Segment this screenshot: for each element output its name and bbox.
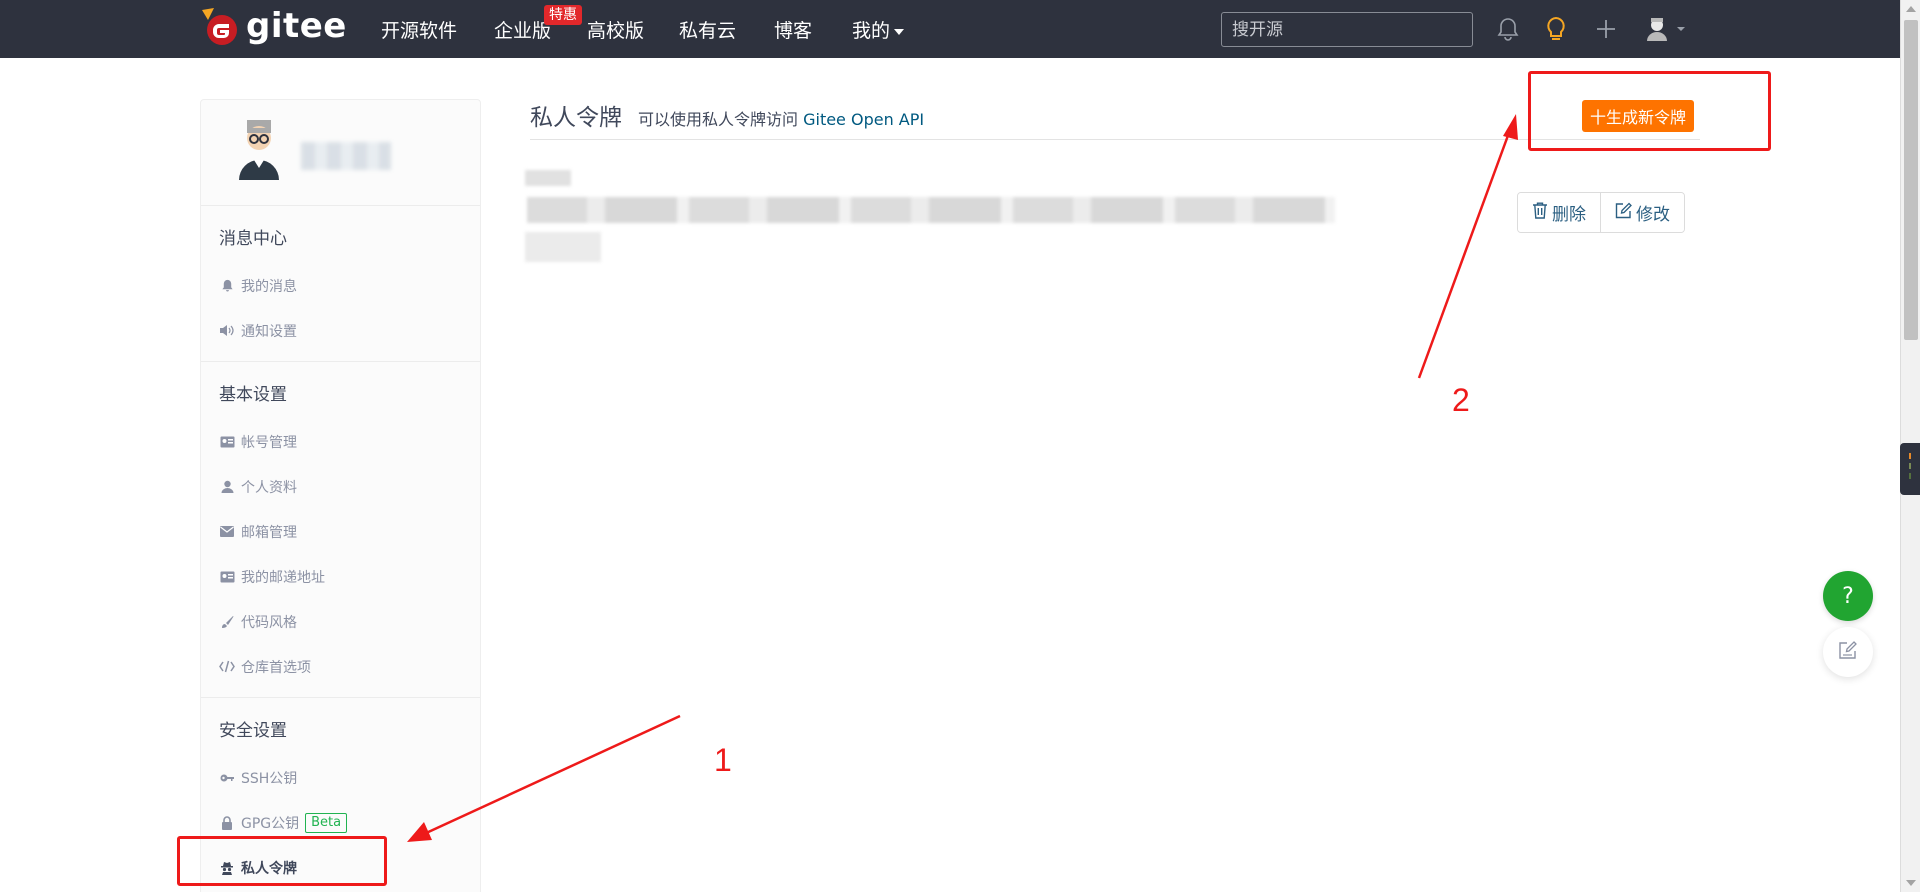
section-title: 基本设置	[219, 385, 287, 405]
sidebar-item-label: GPG公钥	[241, 815, 300, 832]
top-navbar: gitee 开源软件 企业版 特惠 高校版 私有云 博客 我的	[0, 0, 1900, 58]
question-icon: ?	[1842, 583, 1854, 609]
gitee-logo[interactable]: gitee	[200, 6, 347, 46]
username-redacted	[301, 142, 391, 170]
token-details-redacted	[527, 197, 1335, 223]
scroll-down-arrow-icon[interactable]	[1906, 880, 1916, 886]
nav-education[interactable]: 高校版	[587, 16, 644, 43]
nav-enterprise[interactable]: 企业版	[494, 16, 551, 43]
settings-sidebar: 消息中心 我的消息 通知设置 基本设置 帐号管理 个人资料 邮箱管理 我的邮递地…	[200, 99, 481, 892]
description-text: 可以使用私人令牌访问	[638, 110, 804, 129]
annotation-label-2: 2	[1452, 382, 1470, 418]
sidebar-item-my-messages[interactable]: 我的消息	[201, 263, 480, 308]
speaker-icon	[219, 323, 235, 339]
annotation-arrow-2	[1417, 114, 1518, 379]
edit-button[interactable]: 修改	[1600, 193, 1684, 232]
lock-icon	[219, 815, 235, 831]
profile-card	[201, 100, 480, 206]
side-widget-tab[interactable]	[1900, 443, 1920, 495]
key-icon	[219, 770, 235, 786]
nav-mine-dropdown[interactable]: 我的	[852, 16, 905, 43]
scroll-up-arrow-icon[interactable]	[1906, 6, 1916, 12]
nav-private-cloud[interactable]: 私有云	[679, 16, 736, 43]
edit-label: 修改	[1636, 205, 1670, 225]
brush-icon	[219, 614, 235, 630]
delete-button[interactable]: 删除	[1518, 193, 1600, 232]
sidebar-item-label: 仓库首选项	[241, 659, 311, 676]
search-input[interactable]	[1221, 12, 1473, 47]
sidebar-item-label: 邮箱管理	[241, 524, 297, 541]
token-name-redacted	[525, 170, 571, 186]
plus-icon[interactable]	[1592, 15, 1620, 43]
scrollbar-thumb[interactable]	[1904, 20, 1918, 340]
token-actions: 删除 修改	[1517, 192, 1685, 233]
envelope-icon	[219, 524, 235, 540]
annotation-box-private-token	[177, 836, 387, 886]
nav-blog[interactable]: 博客	[774, 16, 812, 43]
sidebar-item-label: 个人资料	[241, 479, 297, 496]
lightbulb-icon[interactable]	[1542, 15, 1570, 43]
sidebar-item-email[interactable]: 邮箱管理	[201, 509, 480, 554]
code-icon	[219, 659, 235, 675]
help-button[interactable]: ?	[1823, 571, 1873, 621]
section-title: 消息中心	[219, 229, 287, 249]
bell-icon[interactable]	[1494, 15, 1522, 43]
gitee-logo-icon	[200, 6, 240, 46]
sidebar-item-label: 帐号管理	[241, 434, 297, 451]
id-card-icon	[219, 434, 235, 450]
sidebar-item-label: 通知设置	[241, 323, 297, 340]
section-messages: 消息中心 我的消息 通知设置	[201, 206, 480, 362]
sidebar-item-code-style[interactable]: 代码风格	[201, 599, 480, 644]
page-description: 可以使用私人令牌访问 Gitee Open API	[638, 106, 924, 130]
token-meta-redacted	[525, 232, 601, 262]
sidebar-item-repo-preferences[interactable]: 仓库首选项	[201, 644, 480, 689]
bell-icon	[219, 278, 235, 294]
id-card-icon	[219, 569, 235, 585]
edit-icon	[1615, 202, 1636, 224]
feedback-edit-icon	[1838, 640, 1858, 664]
sidebar-item-ssh-keys[interactable]: SSH公钥	[201, 755, 480, 800]
sidebar-item-label: 我的消息	[241, 278, 297, 295]
sidebar-item-label: 代码风格	[241, 614, 297, 631]
trash-icon	[1532, 202, 1552, 224]
page-header: 私人令牌 可以使用私人令牌访问 Gitee Open API	[530, 96, 1700, 140]
sidebar-item-mailing-address[interactable]: 我的邮递地址	[201, 554, 480, 599]
chevron-down-icon	[894, 28, 905, 35]
annotation-box-generate	[1528, 71, 1771, 151]
gitee-open-api-link[interactable]: Gitee Open API	[803, 110, 924, 129]
delete-label: 删除	[1552, 205, 1586, 225]
annotation-label-1: 1	[714, 742, 732, 778]
section-basic-settings: 基本设置 帐号管理 个人资料 邮箱管理 我的邮递地址 代码风格 仓库首选项	[201, 362, 480, 698]
avatar[interactable]	[231, 118, 287, 182]
nav-open-source[interactable]: 开源软件	[381, 16, 457, 43]
user-icon	[219, 479, 235, 495]
sidebar-item-label: SSH公钥	[241, 770, 298, 787]
user-menu[interactable]	[1643, 15, 1689, 43]
nav-mine-label: 我的	[852, 20, 891, 42]
logo-text: gitee	[246, 6, 347, 46]
sidebar-item-label: 我的邮递地址	[241, 569, 325, 586]
sidebar-item-account[interactable]: 帐号管理	[201, 419, 480, 464]
discount-badge: 特惠	[544, 5, 582, 25]
page-title: 私人令牌	[530, 105, 622, 131]
sidebar-item-profile[interactable]: 个人资料	[201, 464, 480, 509]
sidebar-item-notification-settings[interactable]: 通知设置	[201, 308, 480, 353]
beta-badge: Beta	[305, 812, 348, 833]
feedback-button[interactable]	[1823, 627, 1873, 677]
section-title: 安全设置	[219, 721, 287, 741]
